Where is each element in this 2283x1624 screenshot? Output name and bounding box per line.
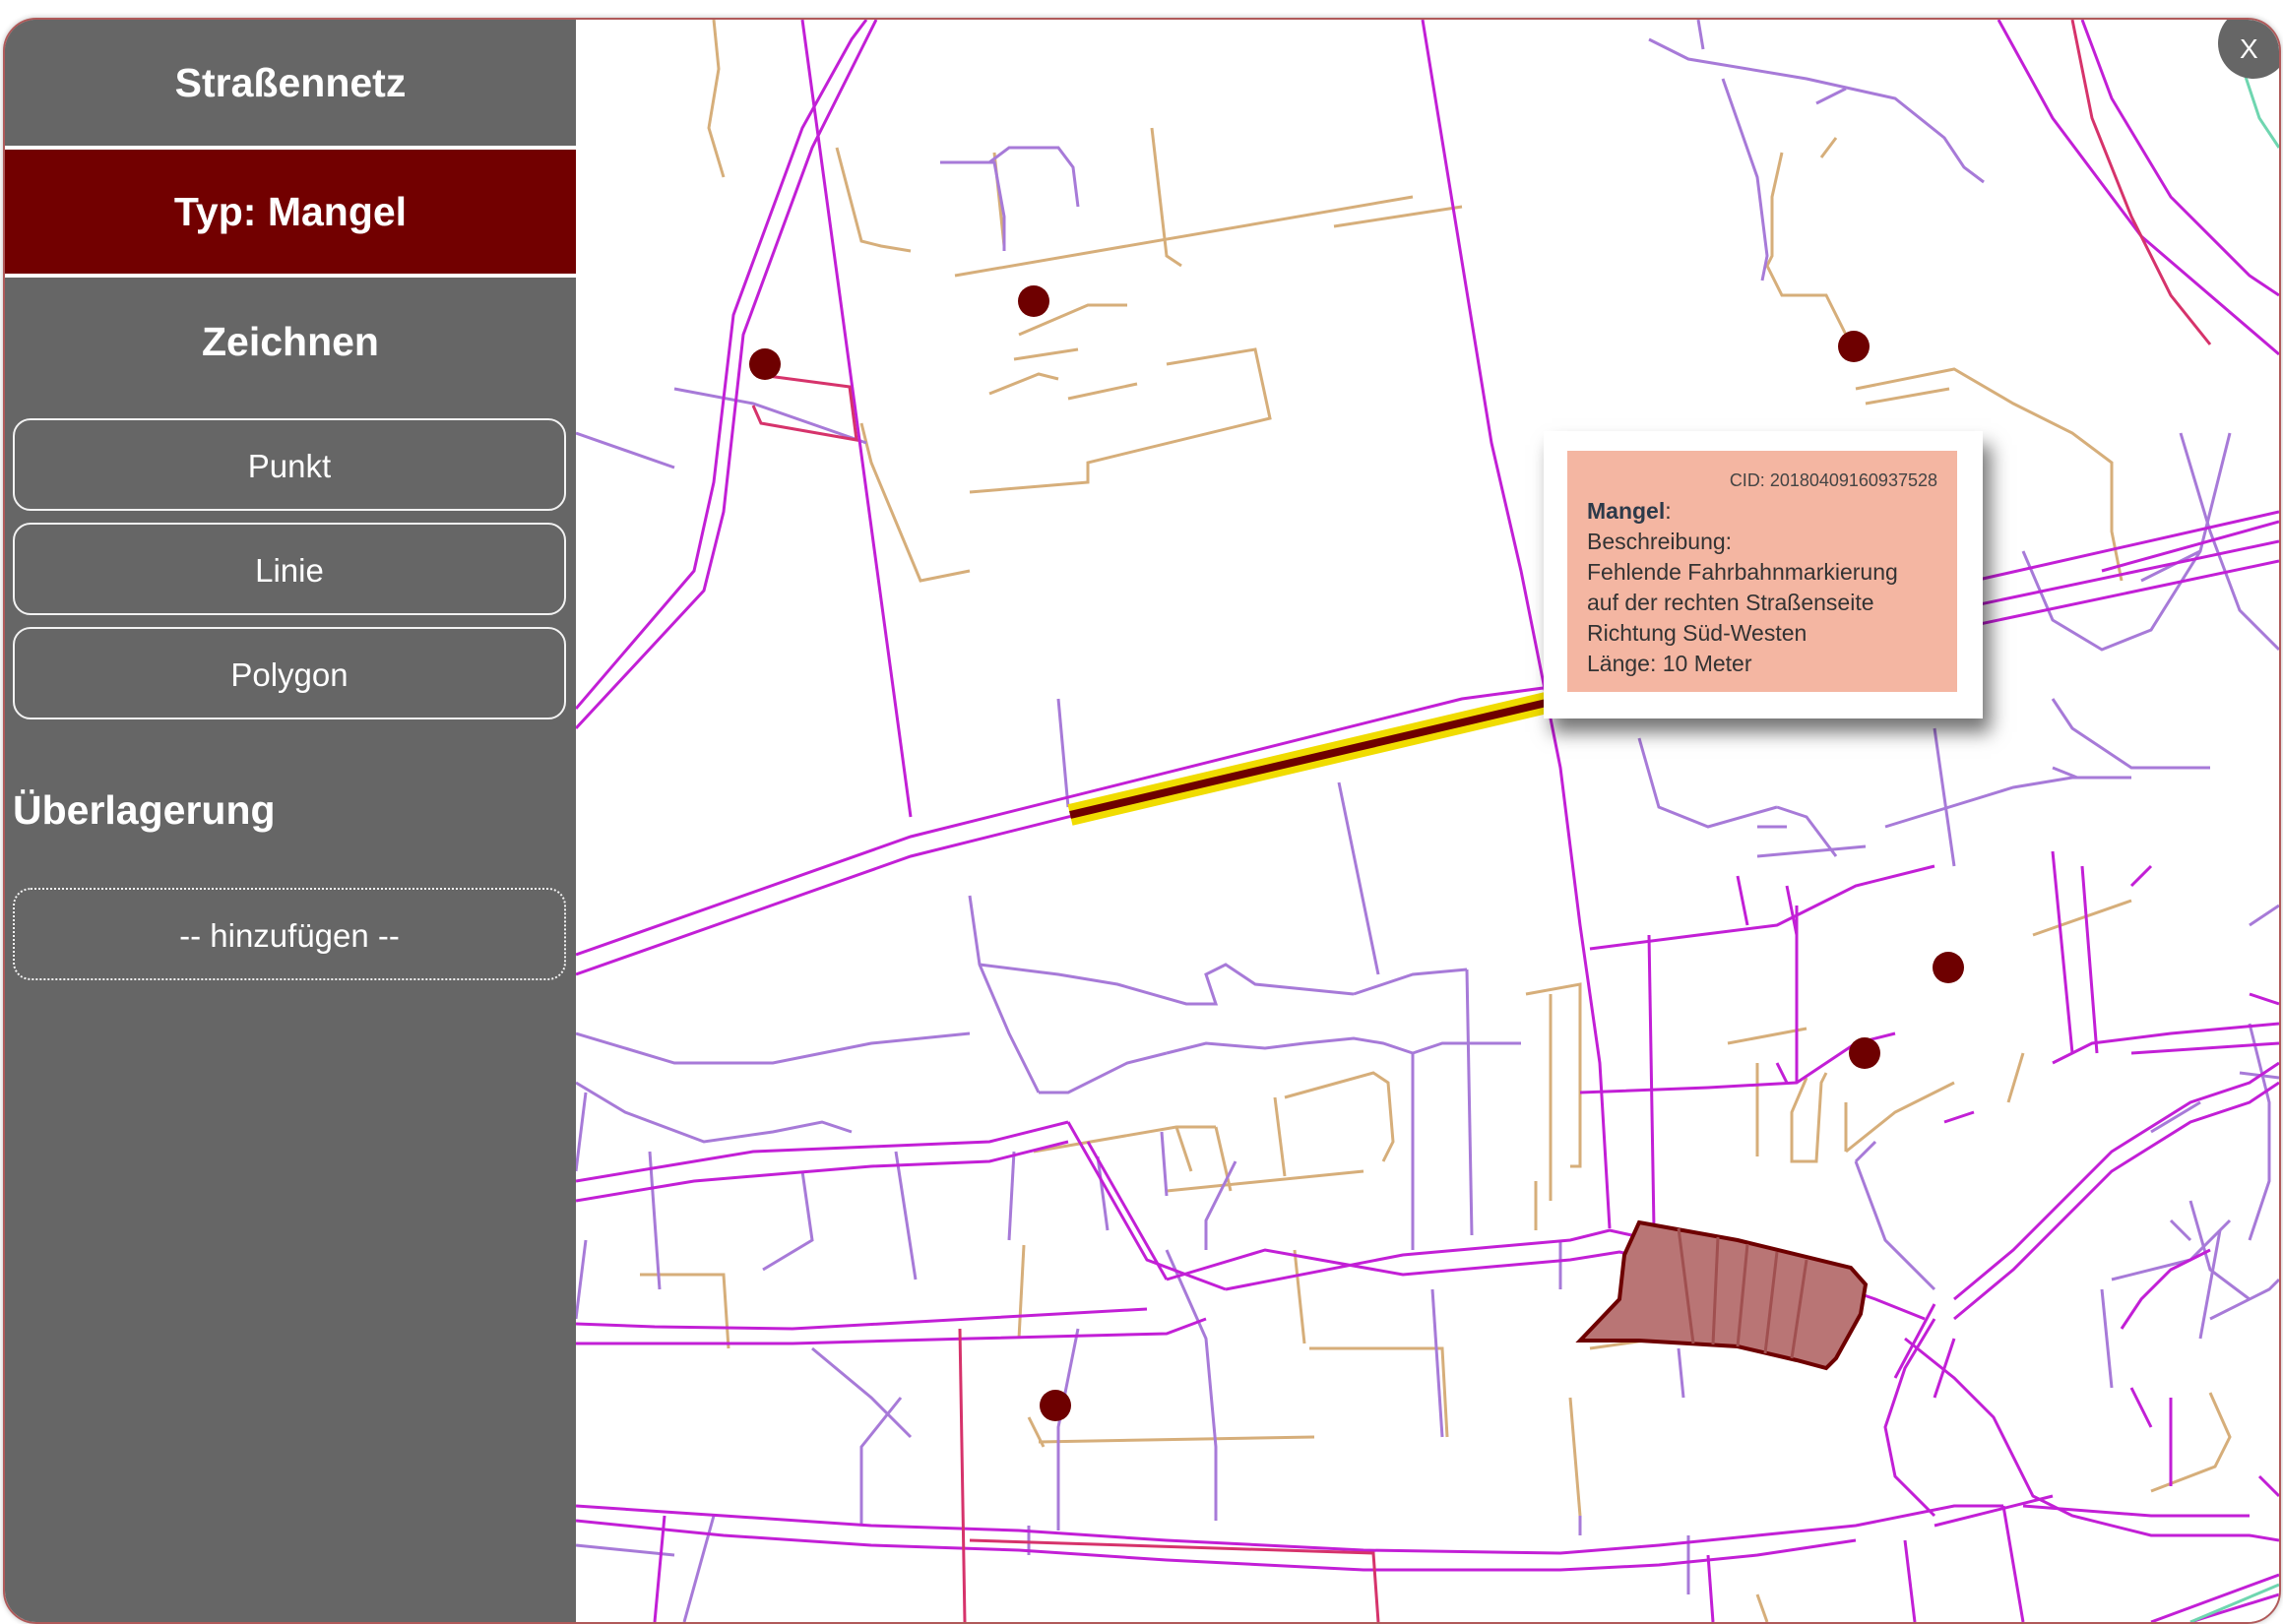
overlay-add-button[interactable]: -- hinzufügen -- (13, 888, 566, 980)
sidebar: Straßennetz Typ: Mangel Zeichnen Punkt L… (5, 20, 576, 1622)
popup-cid: CID: 20180409160937528 (1729, 470, 1937, 490)
draw-polygon-button[interactable]: Polygon (13, 627, 566, 719)
defect-line[interactable] (1067, 691, 1554, 826)
main-road-layer (576, 20, 2279, 1622)
network-title: Straßennetz (5, 20, 576, 150)
overlay-title: Überlagerung (13, 787, 276, 833)
defect-marker (1040, 1390, 1071, 1421)
popup-type-suffix: : (1665, 498, 1672, 524)
defect-info-popup: CID: 20180409160937528 Mangel: Beschreib… (1544, 431, 1983, 718)
defect-marker (1018, 285, 1049, 317)
defect-marker (749, 348, 781, 380)
popup-description-line: auf der rechten Straßenseite (1587, 590, 1874, 615)
map-svg[interactable] (576, 20, 2279, 1622)
defect-marker (1933, 952, 1964, 983)
type-title: Typ: Mangel (5, 150, 576, 278)
popup-type-label: Mangel (1587, 498, 1666, 524)
draw-line-button[interactable]: Linie (13, 523, 566, 615)
draw-title: Zeichnen (202, 319, 379, 364)
draw-point-button[interactable]: Punkt (13, 418, 566, 511)
popup-description-label: Beschreibung: (1587, 529, 1733, 554)
popup-content: CID: 20180409160937528 Mangel: Beschreib… (1567, 451, 1957, 692)
popup-length: Länge: 10 Meter (1587, 651, 1752, 676)
map-canvas[interactable]: CID: 20180409160937528 Mangel: Beschreib… (576, 20, 2279, 1622)
defect-marker (1838, 331, 1870, 362)
popup-description-line: Fehlende Fahrbahnmarkierung (1587, 559, 1898, 585)
popup-body: Mangel: Beschreibung: Fehlende Fahrbahnm… (1587, 496, 1898, 679)
app-window: Straßennetz Typ: Mangel Zeichnen Punkt L… (3, 18, 2281, 1624)
popup-description-line: Richtung Süd-Westen (1587, 620, 1807, 646)
defect-polygon[interactable] (1575, 1219, 1869, 1371)
defect-marker (1849, 1037, 1880, 1069)
minor-road-layer (576, 20, 2279, 1622)
footpath-layer (640, 20, 2232, 1622)
popup-type-line: Mangel: (1587, 496, 1898, 527)
accent-road-layer (2189, 58, 2279, 1622)
